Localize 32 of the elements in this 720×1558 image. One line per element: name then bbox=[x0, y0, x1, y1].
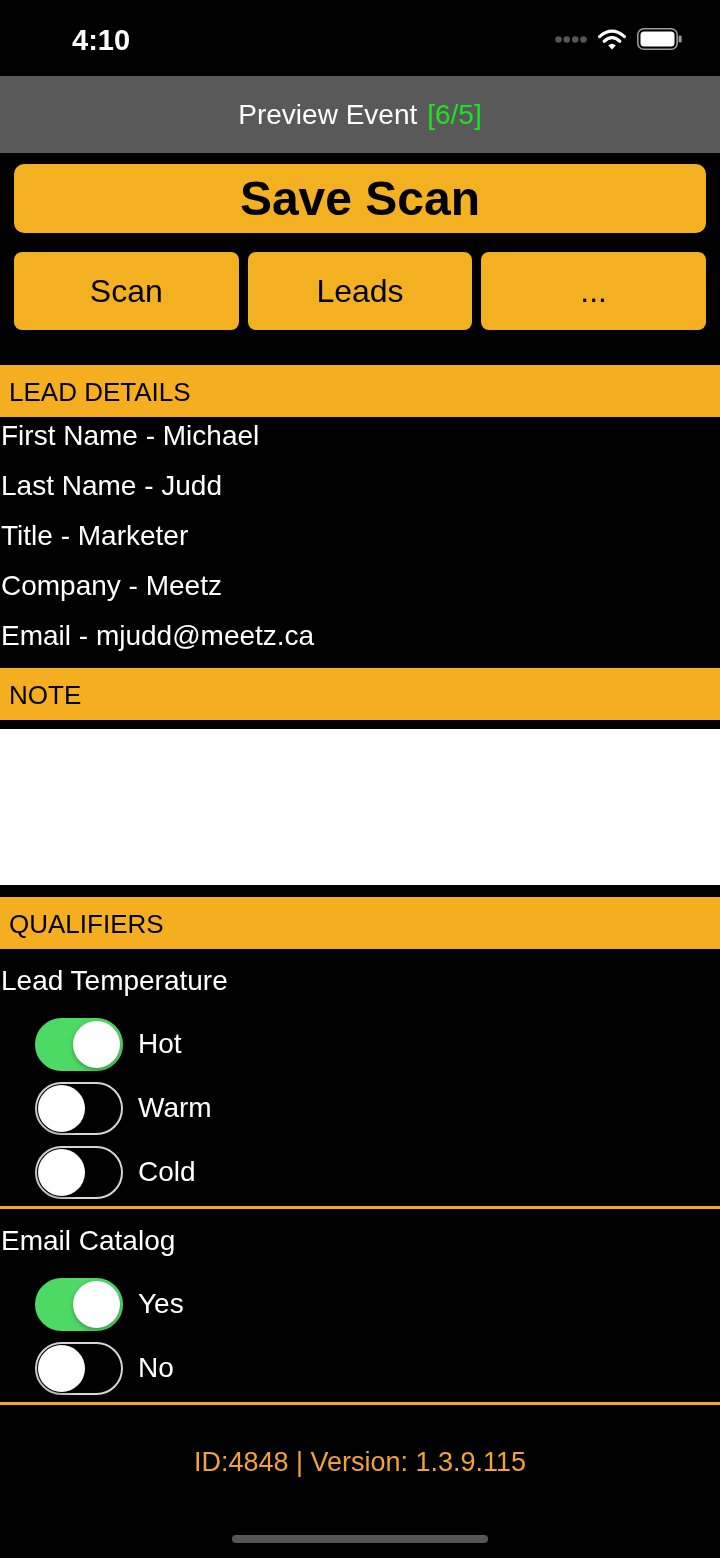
toggle-switch[interactable] bbox=[35, 1017, 123, 1071]
status-time: 4:10 bbox=[72, 23, 131, 57]
screen-title: Preview Event bbox=[238, 98, 418, 131]
version-text: ID:4848 | Version: 1.3.9.115 bbox=[193, 1446, 527, 1479]
save-scan-button[interactable]: Save Scan bbox=[14, 164, 706, 233]
toggle-label: Yes bbox=[138, 1288, 184, 1320]
detail-text: Email - mjudd@meetz.ca bbox=[0, 619, 316, 653]
signal-dots-icon bbox=[555, 35, 587, 43]
section-header: QUALIFIERS bbox=[0, 897, 720, 949]
wifi-icon bbox=[598, 28, 626, 50]
battery-icon bbox=[637, 28, 682, 50]
toggle-label: Hot bbox=[138, 1028, 182, 1060]
scan-counter: [6/5] bbox=[427, 98, 482, 131]
nav-button[interactable]: ... bbox=[481, 252, 706, 330]
toggle-switch[interactable] bbox=[35, 1277, 123, 1331]
nav-button[interactable]: Leads bbox=[247, 252, 473, 330]
detail-text: First Name - Michael bbox=[0, 419, 261, 453]
toggle-label: No bbox=[138, 1352, 174, 1384]
nav-button[interactable]: Scan bbox=[14, 252, 239, 330]
section-header: LEAD DETAILS bbox=[0, 365, 720, 417]
detail-text: Title - Marketer bbox=[0, 519, 190, 553]
toggle-label: Cold bbox=[138, 1156, 196, 1188]
toggle-switch[interactable] bbox=[35, 1341, 123, 1395]
group-title: Email Catalog bbox=[0, 1224, 177, 1258]
toggle-switch[interactable] bbox=[35, 1145, 123, 1199]
detail-text: Company - Meetz bbox=[0, 569, 223, 603]
toggle-label: Warm bbox=[138, 1092, 212, 1124]
detail-text: Last Name - Judd bbox=[0, 469, 223, 503]
group-title: Lead Temperature bbox=[0, 964, 229, 998]
section-header: NOTE bbox=[0, 668, 720, 720]
toggle-switch[interactable] bbox=[35, 1081, 123, 1135]
note-field[interactable] bbox=[0, 729, 720, 885]
